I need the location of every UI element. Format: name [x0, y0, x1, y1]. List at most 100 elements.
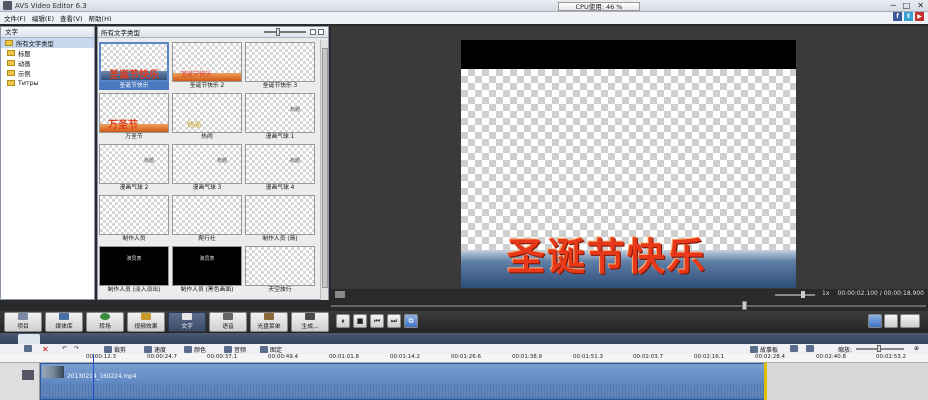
preview-zoom-knob[interactable]	[801, 291, 805, 298]
video-track-header	[0, 363, 40, 400]
twitter-icon[interactable]: t	[904, 12, 913, 21]
thumbnail-size-slider[interactable]	[264, 31, 306, 33]
fullscreen-icon[interactable]	[335, 291, 345, 298]
audio-tool[interactable]: 音频	[224, 345, 246, 354]
list-view-icon[interactable]	[318, 29, 324, 35]
timeline-tabs	[0, 333, 928, 344]
transitions-icon	[100, 313, 110, 320]
disc-menu-icon	[264, 313, 274, 320]
thumbnail-size-knob[interactable]	[276, 28, 280, 36]
template-thumbnail[interactable]: 天空旅行	[245, 246, 315, 294]
produce-button[interactable]: 生成...	[291, 312, 329, 332]
facebook-icon[interactable]: f	[893, 12, 902, 21]
tree-item-animation[interactable]: 动画	[1, 58, 94, 68]
template-thumbnail[interactable]: 演员表 制作人员 (黑色画面)	[172, 246, 242, 294]
prev-frame-button[interactable]: ⏮	[370, 314, 384, 328]
tree-item-titles[interactable]: 标题	[1, 48, 94, 58]
app-icon	[3, 1, 12, 10]
clip-end-marker[interactable]	[764, 363, 767, 400]
template-thumbnail[interactable]: 标题漫画气球 4	[245, 144, 315, 192]
menu-help[interactable]: 帮助(H)	[89, 13, 112, 23]
template-caption: 漫画气球 4	[265, 185, 295, 191]
template-thumbnail[interactable]: 圣诞节快乐 3	[245, 42, 315, 90]
speed-tool[interactable]: 速度	[144, 345, 166, 354]
seek-track[interactable]	[331, 305, 926, 307]
stop-button[interactable]: ■	[353, 314, 367, 328]
video-preview: 圣诞节快乐	[461, 40, 796, 288]
menu-file[interactable]: 文件(F)	[4, 13, 26, 23]
media-library-icon	[59, 313, 69, 320]
storyboard-toggle[interactable]: 故事板	[750, 345, 778, 354]
microphone-icon	[223, 313, 233, 320]
minimize-icon[interactable]: ─	[891, 1, 896, 10]
title-bar: AVS Video Editor 6.3	[0, 0, 928, 12]
timeline-zoom-in-icon[interactable]: ⊕	[914, 345, 919, 352]
template-thumbnail[interactable]: 爬行社	[172, 195, 242, 243]
transitions-button[interactable]: 转场	[86, 312, 124, 332]
undo-icon[interactable]: ↶	[62, 345, 67, 352]
timeline-tool-icon[interactable]	[24, 345, 32, 352]
template-deco-text: 标题	[144, 158, 155, 164]
template-thumbnail[interactable]: 标题 漫画气球 2	[99, 144, 169, 192]
video-track-icon	[22, 370, 34, 380]
delete-icon[interactable]: ✕	[42, 345, 49, 354]
template-preview: 圣诞节快乐	[99, 42, 169, 82]
timeline-playhead[interactable]	[93, 354, 94, 400]
template-thumbnail[interactable]: 标题 漫画气球 1	[245, 93, 315, 141]
color-tool[interactable]: 颜色	[184, 345, 206, 354]
template-thumbnail[interactable]: 演员表 制作人员 (淡入淡出)	[99, 246, 169, 294]
screen-button[interactable]	[868, 314, 882, 328]
template-preview	[245, 195, 315, 235]
voice-button[interactable]: 语音	[209, 312, 247, 332]
text-button[interactable]: 文字	[168, 312, 206, 332]
video-clip[interactable]: 20130214_160224.mp4	[40, 363, 766, 400]
template-thumbnail[interactable]: 制作人员 (简)	[245, 195, 315, 243]
template-thumbnail[interactable]: 热闹 热闹	[172, 93, 242, 141]
preview-zoom-slider[interactable]	[775, 294, 815, 296]
menu-view[interactable]: 查看(V)	[60, 13, 83, 23]
template-thumbnail[interactable]: 万圣节 万圣节	[99, 93, 169, 141]
split-screen-button[interactable]: ⧉	[404, 314, 418, 328]
pause-button[interactable]: ⏸	[336, 314, 350, 328]
ruler-tick: 00:01:51.3	[573, 354, 603, 360]
trim-tool[interactable]: 裁剪	[104, 345, 126, 354]
template-thumbnail[interactable]: 圣诞节快乐 圣诞节快乐	[99, 42, 169, 90]
redo-icon[interactable]: ↷	[74, 345, 79, 352]
track-mode-icon[interactable]	[790, 345, 798, 352]
template-thumbnail[interactable]: 圣诞节快乐 圣诞节快乐 2	[172, 42, 242, 90]
next-frame-button[interactable]: ⏭	[387, 314, 401, 328]
disc-menu-button[interactable]: 光盘菜单	[250, 312, 288, 332]
template-thumbnail[interactable]: 标题 漫画气球 3	[172, 144, 242, 192]
seek-knob[interactable]	[742, 301, 747, 310]
tool-icon	[24, 345, 32, 352]
grid-view-icon[interactable]	[310, 29, 316, 35]
media-library-button[interactable]: 媒体库	[45, 312, 83, 332]
template-preview: 万圣节	[99, 93, 169, 133]
preview-time: 00:00:02.100 / 00:00:18.900	[837, 290, 924, 297]
snapshot-button[interactable]	[884, 314, 898, 328]
tree-item-examples[interactable]: 示例	[1, 68, 94, 78]
close-icon[interactable]: ✕	[917, 1, 924, 10]
maximize-icon[interactable]: □	[903, 1, 911, 10]
template-deco-text: 标题	[290, 158, 301, 164]
youtube-icon[interactable]: ▶	[915, 12, 924, 21]
template-thumbnail[interactable]: 制作人员	[99, 195, 169, 243]
cpu-usage-indicator: CPU使用: 46 %	[558, 2, 640, 11]
template-preview: 标题	[172, 144, 242, 184]
track-display-icon[interactable]	[806, 345, 814, 352]
tree-item-titry[interactable]: Титры	[1, 78, 94, 88]
timeline-ruler[interactable]: 00:00:12.3 00:00:24.7 00:00:37.1 00:00:4…	[0, 354, 928, 363]
timeline-tab[interactable]	[18, 334, 40, 344]
clip-name: 20130214_160224.mp4	[67, 374, 137, 380]
volume-button[interactable]	[900, 314, 920, 328]
tree-item-all-text[interactable]: 所有文字类型	[1, 38, 94, 48]
audio-waveform	[41, 385, 765, 397]
project-button[interactable]: 项目	[4, 312, 42, 332]
menu-edit[interactable]: 编辑(E)	[32, 13, 54, 23]
ruler-tick: 00:02:16.1	[694, 354, 724, 360]
templates-scroll-thumb[interactable]	[322, 48, 328, 288]
timeline-zoom-knob[interactable]	[877, 345, 881, 352]
video-effects-button[interactable]: 视频效果	[127, 312, 165, 332]
freeze-tool[interactable]: 图定	[260, 345, 282, 354]
templates-scrollbar[interactable]	[320, 40, 328, 300]
